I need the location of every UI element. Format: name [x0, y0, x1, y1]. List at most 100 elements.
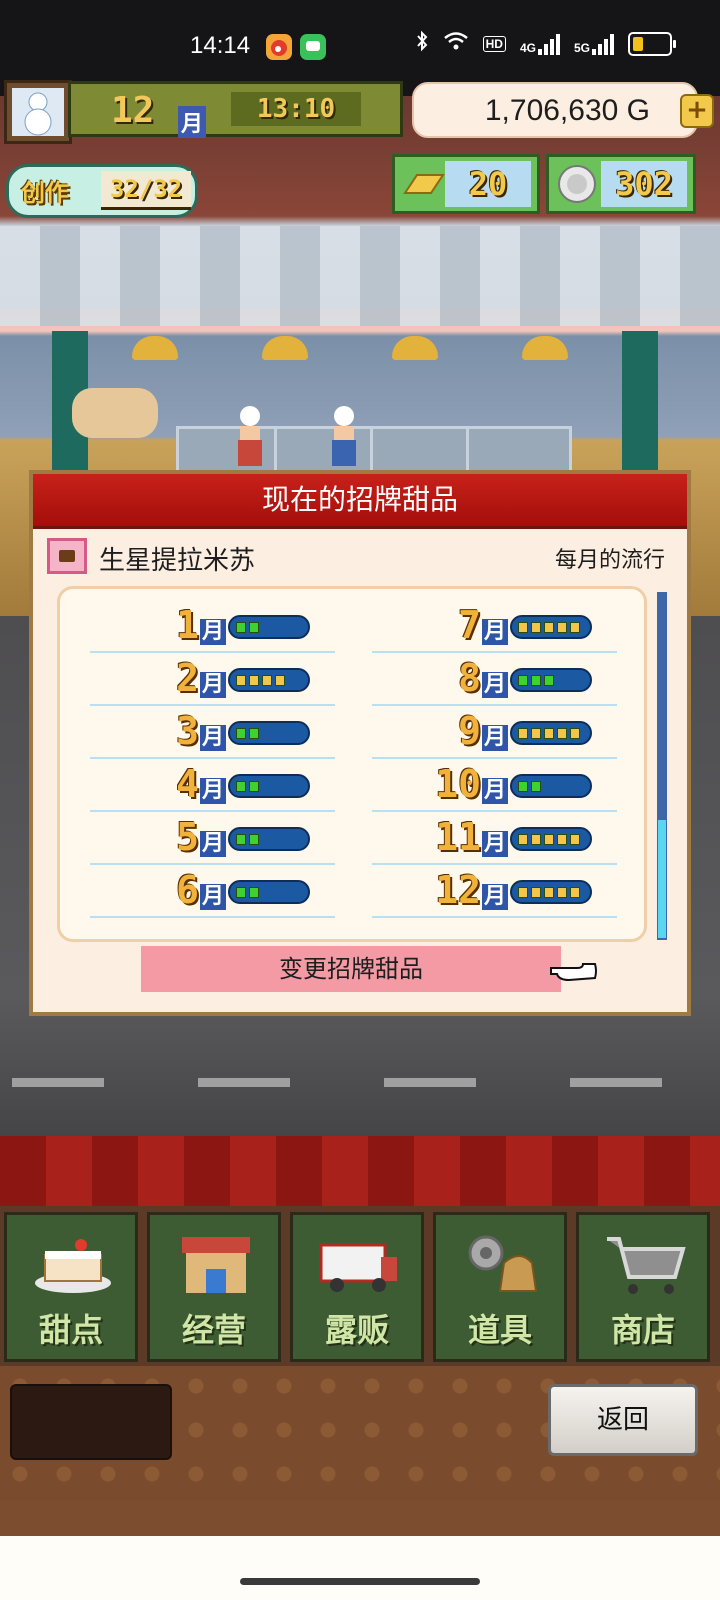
popularity-bar [228, 880, 310, 904]
nav-label: 商店 [610, 1311, 675, 1349]
month-number: 6 [176, 868, 199, 912]
dessert-icon [47, 538, 87, 574]
nav-button-2[interactable]: 经营 [147, 1212, 281, 1362]
month-unit: 月 [482, 672, 509, 698]
date-time-panel: 12 月 13:10 [68, 81, 403, 138]
popularity-bar [510, 880, 592, 904]
road-line [570, 1078, 662, 1087]
create-label: 创作 [21, 179, 69, 207]
nav-label: 经营 [181, 1311, 246, 1349]
back-button[interactable]: 返回 [548, 1384, 698, 1456]
add-gold-button[interactable]: + [680, 94, 714, 128]
empty-slot [10, 1384, 172, 1460]
popularity-bar [228, 827, 310, 851]
month-number: 3 [176, 709, 199, 753]
chef-character-icon [232, 406, 268, 466]
popularity-segment [544, 834, 554, 845]
snowman-icon [12, 88, 64, 136]
gold-display: 1,706,630 G [412, 82, 698, 138]
month-unit: 月 [482, 778, 509, 804]
ceiling-lamp-icon [392, 336, 438, 360]
month-number: 2 [176, 656, 199, 700]
month-row: 7月 [372, 601, 617, 653]
hd-icon: HD [482, 35, 506, 52]
popularity-segment [531, 834, 541, 845]
popularity-bar [228, 721, 310, 745]
home-indicator[interactable] [240, 1578, 480, 1585]
popularity-segment [531, 887, 541, 898]
monthly-popularity-table: 1 月 2 月 3 月 4 月 5 月 6 月 7 月 8 月 9 月 10 月 11 月 12 月 [57, 586, 647, 942]
nav-button-4[interactable]: 道具 [433, 1212, 567, 1362]
gold-bar-count: 20 [445, 161, 531, 207]
popularity-segment [518, 781, 528, 792]
popularity-segment [518, 887, 528, 898]
dessert-name: 生星提拉米苏 [99, 546, 256, 576]
popularity-segment [249, 887, 259, 898]
bread-display-icon [72, 388, 158, 438]
player-avatar[interactable] [4, 80, 72, 144]
gold-bar-icon [399, 161, 447, 207]
change-signature-dessert-button[interactable]: 变更招牌甜品 [141, 946, 561, 992]
popularity-segment [531, 622, 541, 633]
popularity-bar [228, 668, 310, 692]
cake-icon [31, 1229, 115, 1299]
shop-awning [0, 226, 720, 326]
popularity-segment [557, 887, 567, 898]
create-counter: 创作 32/32 [6, 164, 198, 218]
gold-bar-counter: 20 [392, 154, 540, 214]
chef-character-icon [326, 406, 362, 466]
monthly-trend-label: 每月的流行 [554, 548, 665, 573]
popularity-segment [570, 887, 580, 898]
popularity-segment [249, 728, 259, 739]
popularity-segment [531, 675, 541, 686]
month-row: 8月 [372, 654, 617, 706]
month-number: 9 [458, 709, 481, 753]
popularity-segment [236, 887, 246, 898]
popularity-segment [249, 622, 259, 633]
nav-button-5[interactable]: 商店 [576, 1212, 710, 1362]
nav-button-3[interactable]: 露贩 [290, 1212, 424, 1362]
ceiling-lamp-icon [262, 336, 308, 360]
nav-label: 道具 [467, 1311, 532, 1349]
shopping-cart-icon [603, 1229, 687, 1299]
popularity-segment [544, 728, 554, 739]
create-count: 32/32 [101, 171, 191, 210]
popularity-segment [570, 728, 580, 739]
bottom-decor [0, 1500, 720, 1540]
popularity-segment [518, 728, 528, 739]
popularity-segment [570, 622, 580, 633]
current-month: 12 [111, 90, 155, 131]
month-unit: 月 [482, 884, 509, 910]
popularity-segment [544, 675, 554, 686]
gear-bag-icon [460, 1229, 544, 1299]
month-row: 10 月 [372, 760, 617, 812]
shop-building-icon [174, 1229, 258, 1299]
status-icons: HD 4G 5G [415, 30, 676, 57]
net-label-4g: 4G [519, 40, 536, 55]
popularity-bar [510, 615, 592, 639]
popularity-segment [531, 781, 541, 792]
popularity-bar [510, 774, 592, 798]
popularity-segment [236, 728, 246, 739]
popularity-segment [262, 675, 272, 686]
main-nav: 甜点 经营 露贩 道具 商店 [0, 1206, 720, 1366]
popularity-segment [518, 622, 528, 633]
month-row: 12 月 [372, 866, 617, 918]
month-number: 12 [435, 868, 481, 912]
popularity-bar [510, 827, 592, 851]
popularity-segment [557, 622, 567, 633]
month-unit: 月 [200, 884, 227, 910]
month-number: 5 [176, 815, 199, 859]
month-unit: 月 [200, 619, 227, 645]
month-row: 11 月 [372, 813, 617, 865]
month-unit: 月 [200, 778, 227, 804]
road-line [384, 1078, 476, 1087]
month-number: 10 [435, 762, 481, 806]
status-time: 14:14 [190, 32, 251, 59]
nav-button-1[interactable]: 甜点 [4, 1212, 138, 1362]
popularity-segment [275, 675, 285, 686]
month-row: 2月 [90, 654, 335, 706]
scrollbar-thumb[interactable] [658, 820, 666, 938]
month-row: 3月 [90, 707, 335, 759]
scrollbar[interactable] [657, 592, 667, 940]
